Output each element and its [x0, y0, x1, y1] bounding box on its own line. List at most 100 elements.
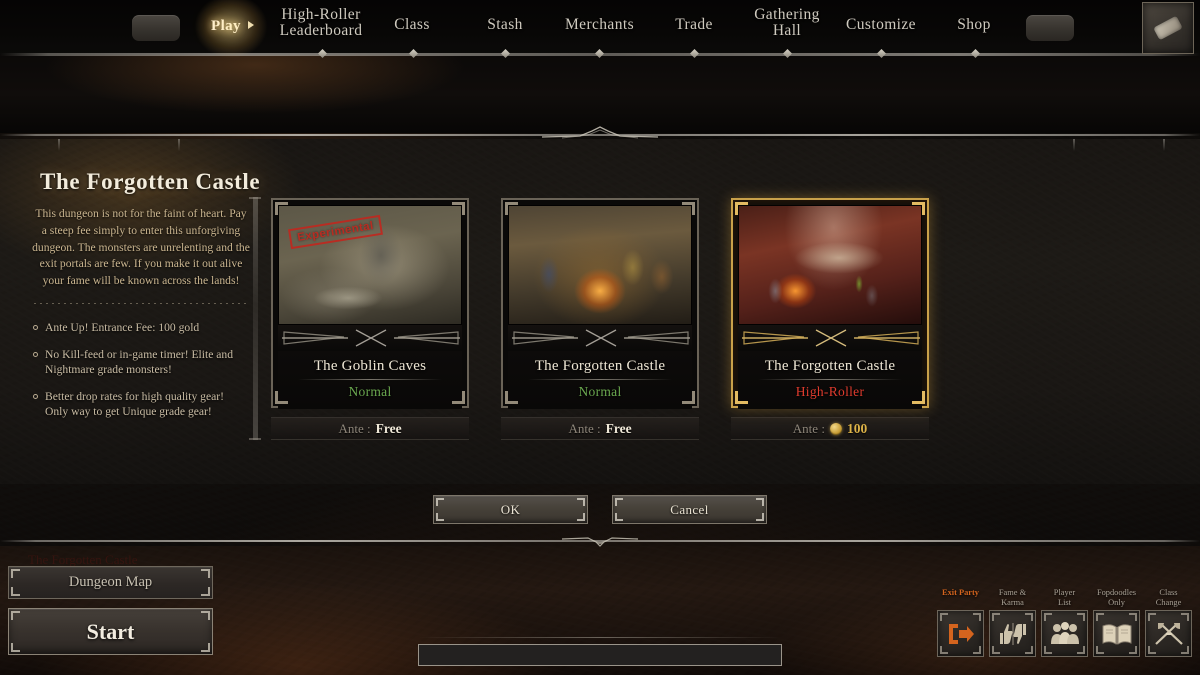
cancel-button-label: Cancel: [670, 501, 709, 517]
corner-ornament-icon: [436, 498, 444, 506]
fopdoodles-only-label: Fopdoodles Only: [1096, 588, 1137, 607]
chevron-right-icon: [248, 21, 254, 29]
thumbs-up-down-icon: [999, 622, 1026, 645]
corner-ornament-icon: [1148, 613, 1156, 621]
gold-coin-icon: [829, 422, 842, 435]
game-screen: The Forgotten Castle This dungeon is not…: [0, 0, 1200, 675]
card-ante-row: Ante : Free: [271, 417, 469, 440]
open-book-icon: [1102, 623, 1131, 645]
high-roller-dragon-art-icon: [739, 206, 921, 324]
fame-karma-button[interactable]: Fame & Karma: [989, 588, 1036, 657]
card-artwork: [508, 205, 692, 325]
exit-party-label: Exit Party: [942, 588, 979, 597]
dungeon-card-forgotten-castle-normal[interactable]: The Forgotten Castle Normal Ante : Free: [501, 198, 699, 440]
forgotten-castle-art-icon: [509, 206, 691, 324]
corner-ornament-icon: [1129, 646, 1137, 654]
corner-ornament-icon: [201, 611, 210, 620]
card-difficulty: Normal: [348, 384, 392, 399]
corner-ornament-icon: [615, 513, 623, 521]
ornamental-divider-top: [0, 126, 1200, 139]
nav-item-shop[interactable]: Shop: [941, 16, 1007, 33]
nav-item-high-roller-leaderboard[interactable]: High-Roller Leaderboard: [262, 6, 380, 40]
corner-ornament-icon: [682, 391, 695, 404]
corner-ornament-icon: [973, 613, 981, 621]
chat-input[interactable]: [418, 644, 782, 666]
card-ante-row: Ante : Free: [501, 417, 699, 440]
card-ante-row: Ante : 100: [731, 417, 929, 440]
ok-button-label: OK: [500, 501, 521, 517]
fopdoodles-only-button[interactable]: Fopdoodles Only: [1093, 588, 1140, 657]
corner-ornament-icon: [1096, 613, 1104, 621]
corner-ornament-icon: [201, 569, 210, 578]
corner-ornament-icon: [1077, 613, 1085, 621]
player-list-button[interactable]: Player List: [1041, 588, 1088, 657]
nav-pill-right[interactable]: [1026, 15, 1074, 41]
exit-party-button[interactable]: Exit Party: [937, 588, 984, 657]
dungeon-card-goblin-caves[interactable]: Experimental The Goblin Caves Normal Ant…: [271, 198, 469, 440]
player-list-label: Player List: [1053, 588, 1076, 607]
class-change-label: Class Change: [1155, 588, 1182, 607]
crossed-weapons-icon: [1154, 622, 1183, 645]
card-underline: [758, 379, 902, 380]
corner-ornament-icon: [452, 202, 465, 215]
divider-ornament-icon: [540, 126, 660, 147]
chat-divider: [418, 637, 782, 638]
cancel-button[interactable]: Cancel: [612, 495, 767, 524]
corner-ornament-icon: [756, 513, 764, 521]
card-title: The Goblin Caves: [313, 358, 427, 374]
card-difficulty: Normal: [578, 384, 622, 399]
dungeon-map-button[interactable]: Dungeon Map: [8, 566, 213, 599]
ok-button[interactable]: OK: [433, 495, 588, 524]
nav-item-trade[interactable]: Trade: [661, 16, 727, 33]
corner-ornament-icon: [11, 569, 20, 578]
corner-ornament-icon: [682, 202, 695, 215]
corner-ornament-icon: [735, 202, 748, 215]
corner-ornament-icon: [1181, 613, 1189, 621]
nav-item-merchants[interactable]: Merchants: [552, 16, 647, 33]
corner-ornament-icon: [1148, 646, 1156, 654]
card-frame: The Forgotten Castle Normal: [501, 198, 699, 409]
corner-ornament-icon: [11, 643, 20, 652]
corner-ornament-icon: [992, 646, 1000, 654]
card-name-box: The Goblin Caves Normal: [278, 351, 462, 409]
corner-ornament-icon: [505, 202, 518, 215]
card-artwork: [738, 205, 922, 325]
corner-ornament-icon: [577, 513, 585, 521]
hud-left-buttons: Dungeon Map Start: [8, 566, 213, 655]
card-difficulty: High-Roller: [795, 384, 865, 399]
class-change-button[interactable]: Class Change: [1145, 588, 1192, 657]
nav-item-customize[interactable]: Customize: [834, 16, 928, 33]
fopdoodles-icon-box: [1093, 610, 1140, 657]
corner-ornament-icon: [1096, 646, 1104, 654]
corner-ornament-icon: [735, 391, 748, 404]
nav-item-stash[interactable]: Stash: [472, 16, 538, 33]
corner-ornament-icon: [1044, 613, 1052, 621]
card-title: The Forgotten Castle: [764, 358, 896, 374]
card-frame: Experimental The Goblin Caves Normal: [271, 198, 469, 409]
fame-karma-icon-box: [989, 610, 1036, 657]
nav-pill-left[interactable]: [132, 15, 180, 41]
nav-item-play[interactable]: Play: [201, 18, 251, 35]
player-list-icon: [1050, 621, 1079, 644]
corner-ornament-icon: [1077, 646, 1085, 654]
banner-strip: [0, 55, 1200, 133]
corner-ornament-icon: [201, 643, 210, 652]
corner-ornament-icon: [275, 391, 288, 404]
corner-ornament-icon: [201, 587, 210, 596]
start-button[interactable]: Start: [8, 608, 213, 655]
corner-ornament-icon: [756, 498, 764, 506]
ante-value: 100: [846, 420, 868, 436]
corner-ornament-icon: [1129, 613, 1137, 621]
ante-value: Free: [375, 420, 402, 436]
corner-ornament-icon: [1025, 613, 1033, 621]
corner-ornament-icon: [912, 202, 925, 215]
start-button-label: Start: [86, 618, 135, 644]
ante-value: Free: [605, 420, 632, 436]
nav-item-gathering-hall[interactable]: Gathering Hall: [744, 6, 830, 40]
corner-ornament-icon: [275, 202, 288, 215]
dungeon-card-list: Experimental The Goblin Caves Normal Ant…: [0, 139, 1200, 459]
corner-ornament-icon: [940, 613, 948, 621]
player-list-icon-box: [1041, 610, 1088, 657]
dungeon-card-forgotten-castle-highroller[interactable]: The Forgotten Castle High-Roller Ante : …: [731, 198, 929, 440]
nav-item-class[interactable]: Class: [381, 16, 443, 33]
